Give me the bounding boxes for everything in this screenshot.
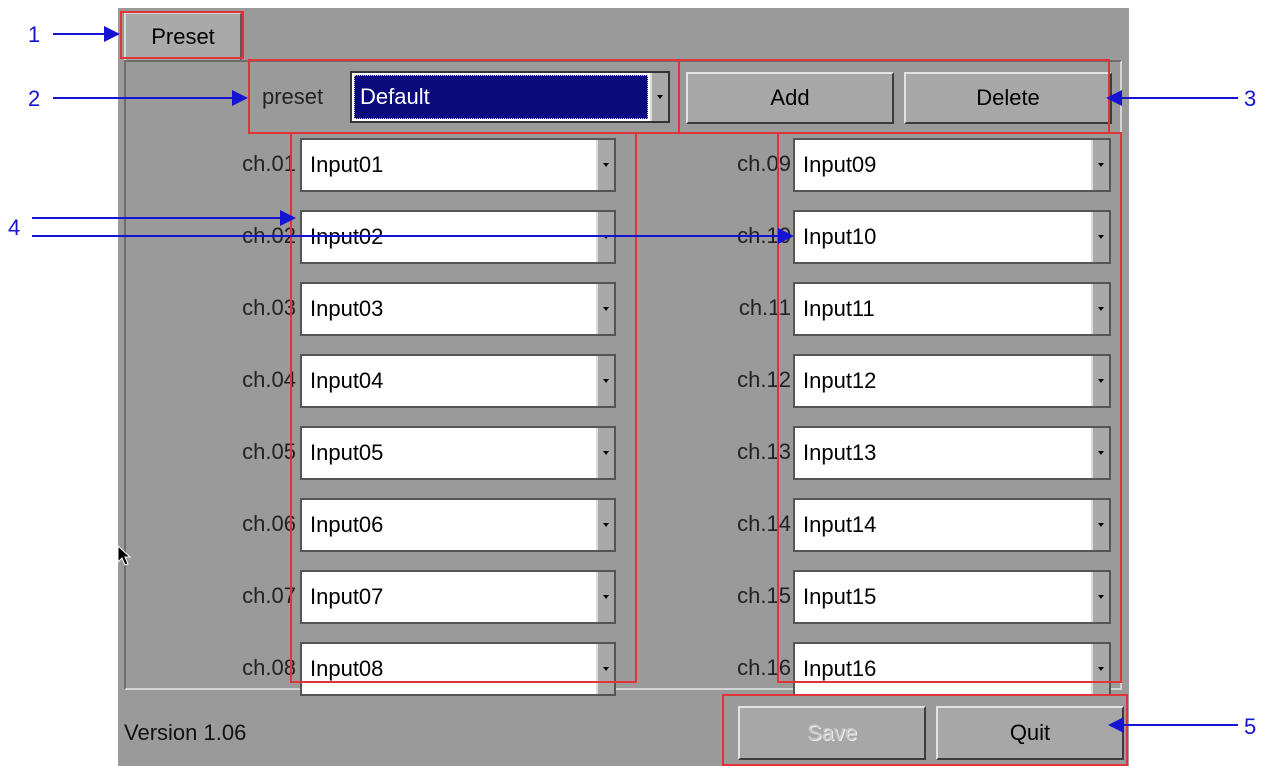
chevron-down-icon[interactable]: [596, 500, 614, 550]
channel-input-value: Input02: [310, 224, 384, 249]
channel-label: ch.15: [737, 583, 791, 608]
chevron-down-icon[interactable]: [596, 140, 614, 190]
callout-1-arrowhead-icon: [104, 26, 120, 42]
channel-label: ch.11: [738, 295, 791, 320]
channel-input-value: Input13: [803, 440, 877, 465]
channel-input-value: Input12: [803, 368, 877, 393]
version-label: Version 1.06: [124, 720, 247, 745]
channel-input-select[interactable]: Input13: [793, 426, 1111, 480]
channel-label: ch.09: [737, 151, 791, 176]
channel-label: ch.08: [242, 655, 296, 680]
channel-input-value: Input08: [310, 656, 384, 681]
channel-input-select[interactable]: Input09: [793, 138, 1111, 192]
preset-select[interactable]: Default: [350, 71, 670, 123]
callout-3-line: [1122, 97, 1238, 99]
chevron-down-icon[interactable]: [1091, 140, 1109, 190]
channel-input-select[interactable]: Input08: [300, 642, 616, 696]
chevron-down-icon[interactable]: [596, 428, 614, 478]
preset-label: preset: [262, 84, 324, 109]
channel-input-select[interactable]: Input10: [793, 210, 1111, 264]
chevron-down-icon[interactable]: [1091, 428, 1109, 478]
mouse-cursor-icon: [117, 545, 132, 566]
callout-5-number: 5: [1244, 714, 1257, 739]
chevron-down-icon[interactable]: [1091, 644, 1109, 694]
channel-label: ch.05: [242, 439, 296, 464]
channel-input-value: Input06: [310, 512, 384, 537]
channel-input-value: Input14: [803, 512, 877, 537]
chevron-down-icon[interactable]: [1091, 212, 1109, 262]
channel-label: ch.03: [242, 295, 296, 320]
add-button[interactable]: Add: [686, 72, 894, 124]
quit-button[interactable]: Quit: [936, 706, 1124, 760]
channel-input-value: Input11: [803, 296, 875, 321]
callout-3-arrowhead-icon: [1106, 90, 1122, 106]
callout-1-number: 1: [28, 22, 41, 47]
callout-2-number: 2: [28, 86, 41, 111]
channel-input-select[interactable]: Input07: [300, 570, 616, 624]
channel-label: ch.07: [242, 583, 296, 608]
channel-label: ch.04: [242, 367, 296, 392]
channel-input-value: Input04: [310, 368, 384, 393]
callout-1-line: [53, 33, 107, 35]
tab-preset[interactable]: Preset: [124, 12, 242, 60]
callout-5-line: [1124, 724, 1238, 726]
channel-input-value: Input16: [803, 656, 877, 681]
channel-input-select[interactable]: Input04: [300, 354, 616, 408]
channel-label: ch.12: [737, 367, 791, 392]
channel-label: ch.16: [737, 655, 791, 680]
chevron-down-icon[interactable]: [596, 356, 614, 406]
chevron-down-icon[interactable]: [596, 572, 614, 622]
channel-input-value: Input01: [310, 152, 384, 177]
callout-4-arrowhead-a-icon: [280, 210, 296, 226]
delete-button[interactable]: Delete: [904, 72, 1112, 124]
callout-5-arrowhead-icon: [1108, 717, 1124, 733]
channel-input-value: Input07: [310, 584, 384, 609]
chevron-down-icon[interactable]: [1091, 500, 1109, 550]
callout-4-line-b: [32, 235, 780, 237]
chevron-down-icon[interactable]: [596, 644, 614, 694]
channel-label: ch.13: [737, 439, 791, 464]
channel-label: ch.06: [242, 511, 296, 536]
preset-value: Default: [360, 84, 430, 109]
channel-input-select[interactable]: Input02: [300, 210, 616, 264]
channel-label: ch.01: [242, 151, 296, 176]
chevron-down-icon[interactable]: [596, 284, 614, 334]
channel-input-value: Input03: [310, 296, 384, 321]
channel-input-select[interactable]: Input05: [300, 426, 616, 480]
chevron-down-icon[interactable]: [1091, 572, 1109, 622]
callout-4-arrowhead-b-icon: [778, 228, 794, 244]
callout-3-number: 3: [1244, 86, 1257, 111]
channel-input-select[interactable]: Input12: [793, 354, 1111, 408]
channel-input-select[interactable]: Input14: [793, 498, 1111, 552]
callout-2-line: [53, 97, 235, 99]
callout-4-number: 4: [8, 215, 21, 240]
channel-input-select[interactable]: Input16: [793, 642, 1111, 696]
channel-input-select[interactable]: Input15: [793, 570, 1111, 624]
channel-input-value: Input05: [310, 440, 384, 465]
chevron-down-icon[interactable]: [596, 212, 614, 262]
callout-4-line-a: [32, 217, 282, 219]
chevron-down-icon[interactable]: [1091, 284, 1109, 334]
chevron-down-icon[interactable]: [650, 73, 668, 121]
channel-input-value: Input15: [803, 584, 877, 609]
save-button[interactable]: Save: [738, 706, 926, 760]
channel-input-value: Input09: [803, 152, 877, 177]
channel-input-select[interactable]: Input03: [300, 282, 616, 336]
chevron-down-icon[interactable]: [1091, 356, 1109, 406]
channel-input-select[interactable]: Input11: [793, 282, 1111, 336]
channel-input-select[interactable]: Input01: [300, 138, 616, 192]
channel-input-value: Input10: [803, 224, 877, 249]
callout-2-arrowhead-icon: [232, 90, 248, 106]
channel-input-select[interactable]: Input06: [300, 498, 616, 552]
channel-label: ch.14: [737, 511, 791, 536]
